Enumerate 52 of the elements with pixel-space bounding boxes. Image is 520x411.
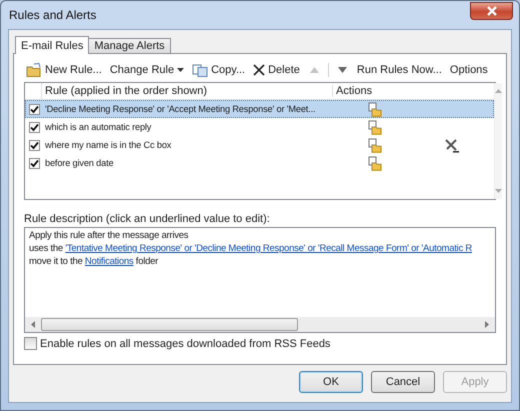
- move-to-folder-icon: [368, 102, 382, 116]
- column-header: Rule (applied in the order shown): [42, 85, 333, 97]
- toolbar-button[interactable]: Run Rules Now...: [354, 64, 444, 76]
- scroll-thumb[interactable]: [41, 318, 298, 331]
- scroll-right-icon: [485, 321, 489, 328]
- rule-name: where my name is in the Cc box: [45, 140, 172, 150]
- rule-row[interactable]: where my name is in the Cc box: [25, 136, 494, 154]
- rule-row[interactable]: 'Decline Meeting Response' or 'Accept Meeting Response' or 'Meet...: [25, 100, 494, 118]
- rule-name: which is an automatic reply: [45, 122, 152, 132]
- scrollbar[interactable]: [494, 83, 502, 199]
- checkbox[interactable]: [29, 140, 40, 150]
- rule-row[interactable]: before given date: [25, 154, 494, 172]
- rule-name: 'Decline Meeting Response' or 'Accept Meeting Response' or 'Meet...: [45, 104, 316, 114]
- up-arrow-icon: [310, 67, 319, 73]
- scroll-down-icon: [495, 189, 502, 193]
- folder-icon: [26, 63, 42, 77]
- down-arrow-icon: [338, 67, 347, 73]
- toolbar-button[interactable]: Change Rule: [108, 64, 186, 76]
- checkbox[interactable]: [29, 104, 40, 114]
- checkbox[interactable]: [29, 122, 40, 132]
- checkbox-label: Enable rules on all messages downloaded from RSS Feeds: [40, 338, 330, 350]
- scroll-up-icon: [495, 89, 502, 93]
- dialog-button[interactable]: OK: [299, 371, 363, 393]
- checkbox[interactable]: [29, 158, 40, 168]
- copy-icon: [192, 64, 208, 76]
- tab[interactable]: E-mail Rules: [15, 36, 90, 54]
- rule-row[interactable]: which is an automatic reply: [25, 118, 494, 136]
- rule-name: before given date: [45, 158, 114, 168]
- toolbar-button[interactable]: Options: [448, 64, 490, 76]
- delete-icon: [253, 64, 266, 76]
- window-title: Rules and Alerts: [9, 8, 96, 22]
- scrollbar[interactable]: [25, 317, 495, 332]
- move-to-folder-icon: [368, 156, 382, 170]
- caret-icon: [177, 68, 184, 72]
- dialog-button[interactable]: Cancel: [371, 371, 435, 393]
- move-to-folder-icon: [368, 120, 382, 134]
- description-text: uses the: [29, 243, 64, 254]
- toolbar-button[interactable]: Copy...: [190, 64, 248, 76]
- link[interactable]: 'Tentative Meeting Response' or 'Decline Meeting Response' or 'Recall Message Form' or 'Automatic R: [65, 243, 472, 254]
- toolbar-button[interactable]: New Rule...: [24, 63, 104, 77]
- scroll-left-icon: [31, 321, 35, 328]
- description-text: move it to the: [29, 256, 84, 267]
- close-icon: [484, 6, 498, 16]
- close-button[interactable]: [470, 2, 513, 20]
- column-header: Actions: [335, 85, 372, 97]
- tab[interactable]: Manage Alerts: [88, 38, 171, 53]
- description-text: Apply this rule after the message arrives: [29, 230, 188, 241]
- link[interactable]: Notifications: [84, 256, 134, 267]
- checkbox[interactable]: [24, 337, 37, 350]
- description-text: folder: [134, 256, 158, 267]
- toolbar-button[interactable]: Delete: [251, 64, 302, 76]
- move-to-folder-icon: [368, 138, 382, 152]
